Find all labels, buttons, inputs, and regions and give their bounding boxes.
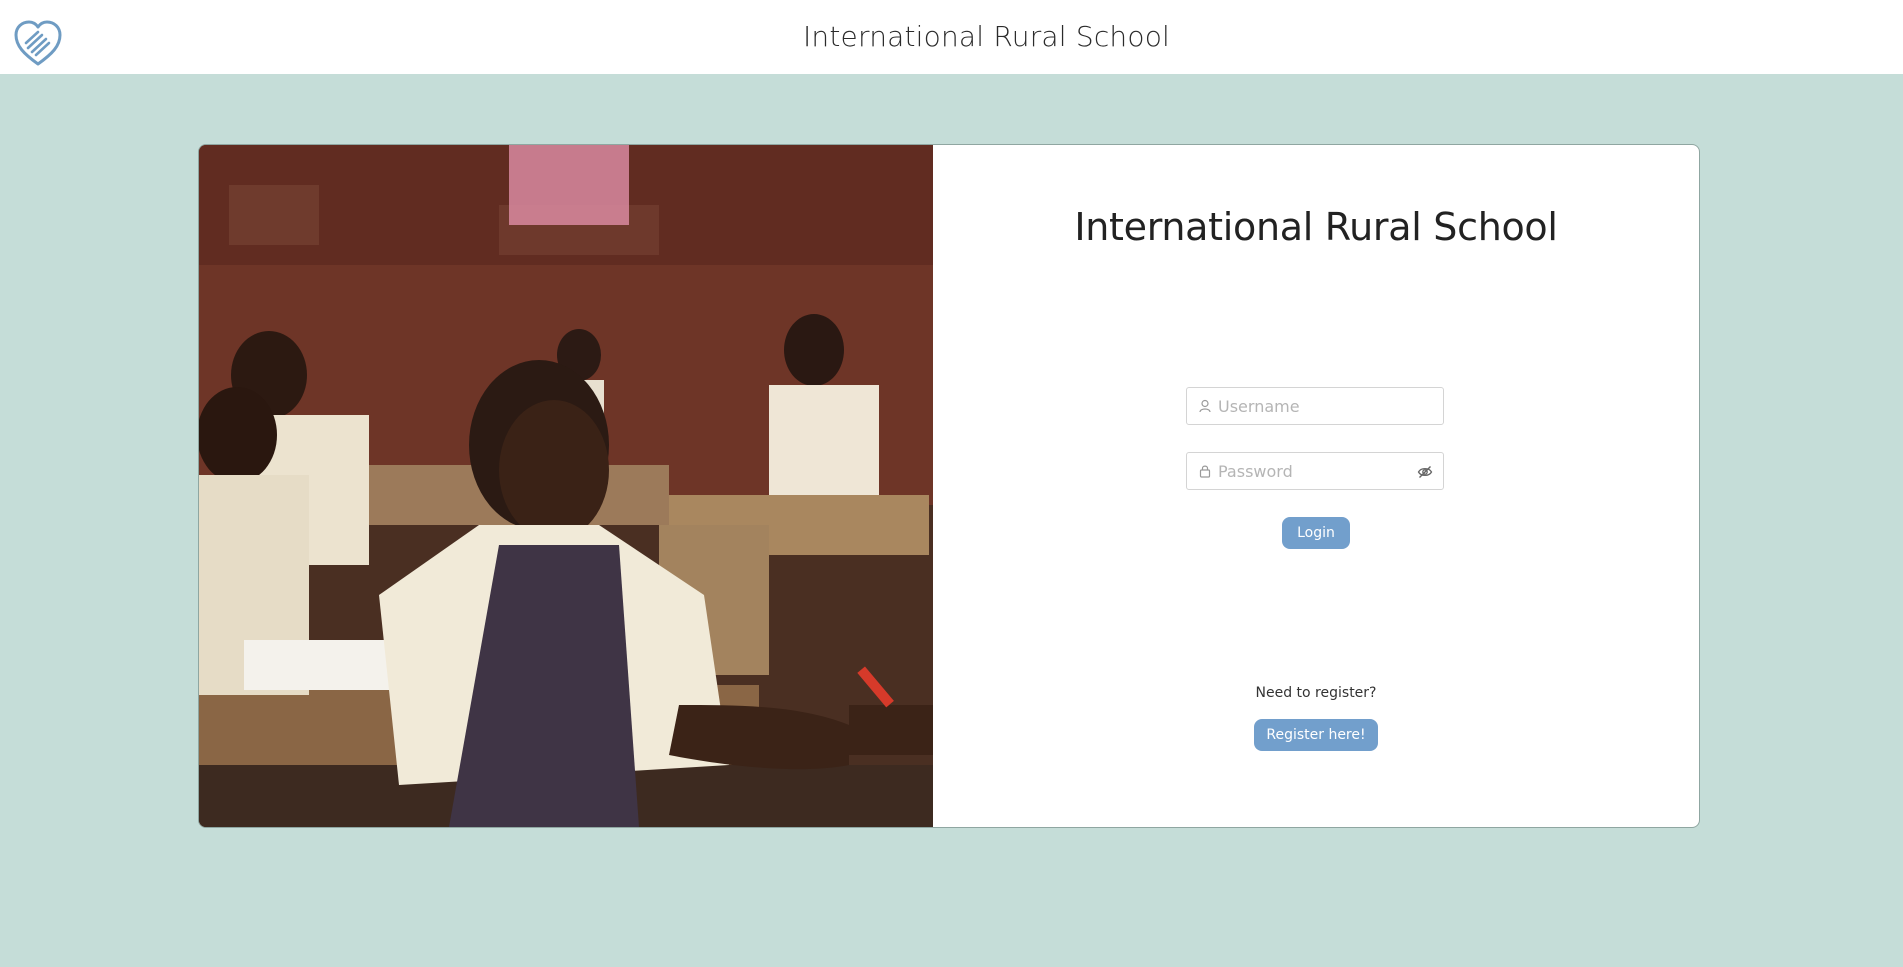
username-input[interactable] <box>1218 396 1408 416</box>
password-field[interactable] <box>1186 452 1444 490</box>
password-input[interactable] <box>1218 461 1408 481</box>
register-prompt: Need to register? <box>1255 685 1377 701</box>
login-card: International Rural School Username Logi… <box>198 144 1700 828</box>
lock-icon <box>1198 464 1212 478</box>
login-title: International Rural School <box>1074 205 1558 249</box>
login-panel: International Rural School Username Logi… <box>933 145 1699 827</box>
login-button[interactable]: Login <box>1282 517 1350 549</box>
classroom-illustration <box>199 145 933 827</box>
eye-slash-icon[interactable] <box>1417 464 1433 480</box>
classroom-photo <box>199 145 933 827</box>
top-bar: International Rural School <box>0 0 1903 74</box>
user-icon <box>1198 399 1212 413</box>
username-field[interactable] <box>1186 387 1444 425</box>
register-button[interactable]: Register here! <box>1254 719 1378 751</box>
page-title: International Rural School <box>802 19 1171 53</box>
heart-hands-icon[interactable] <box>12 18 64 68</box>
